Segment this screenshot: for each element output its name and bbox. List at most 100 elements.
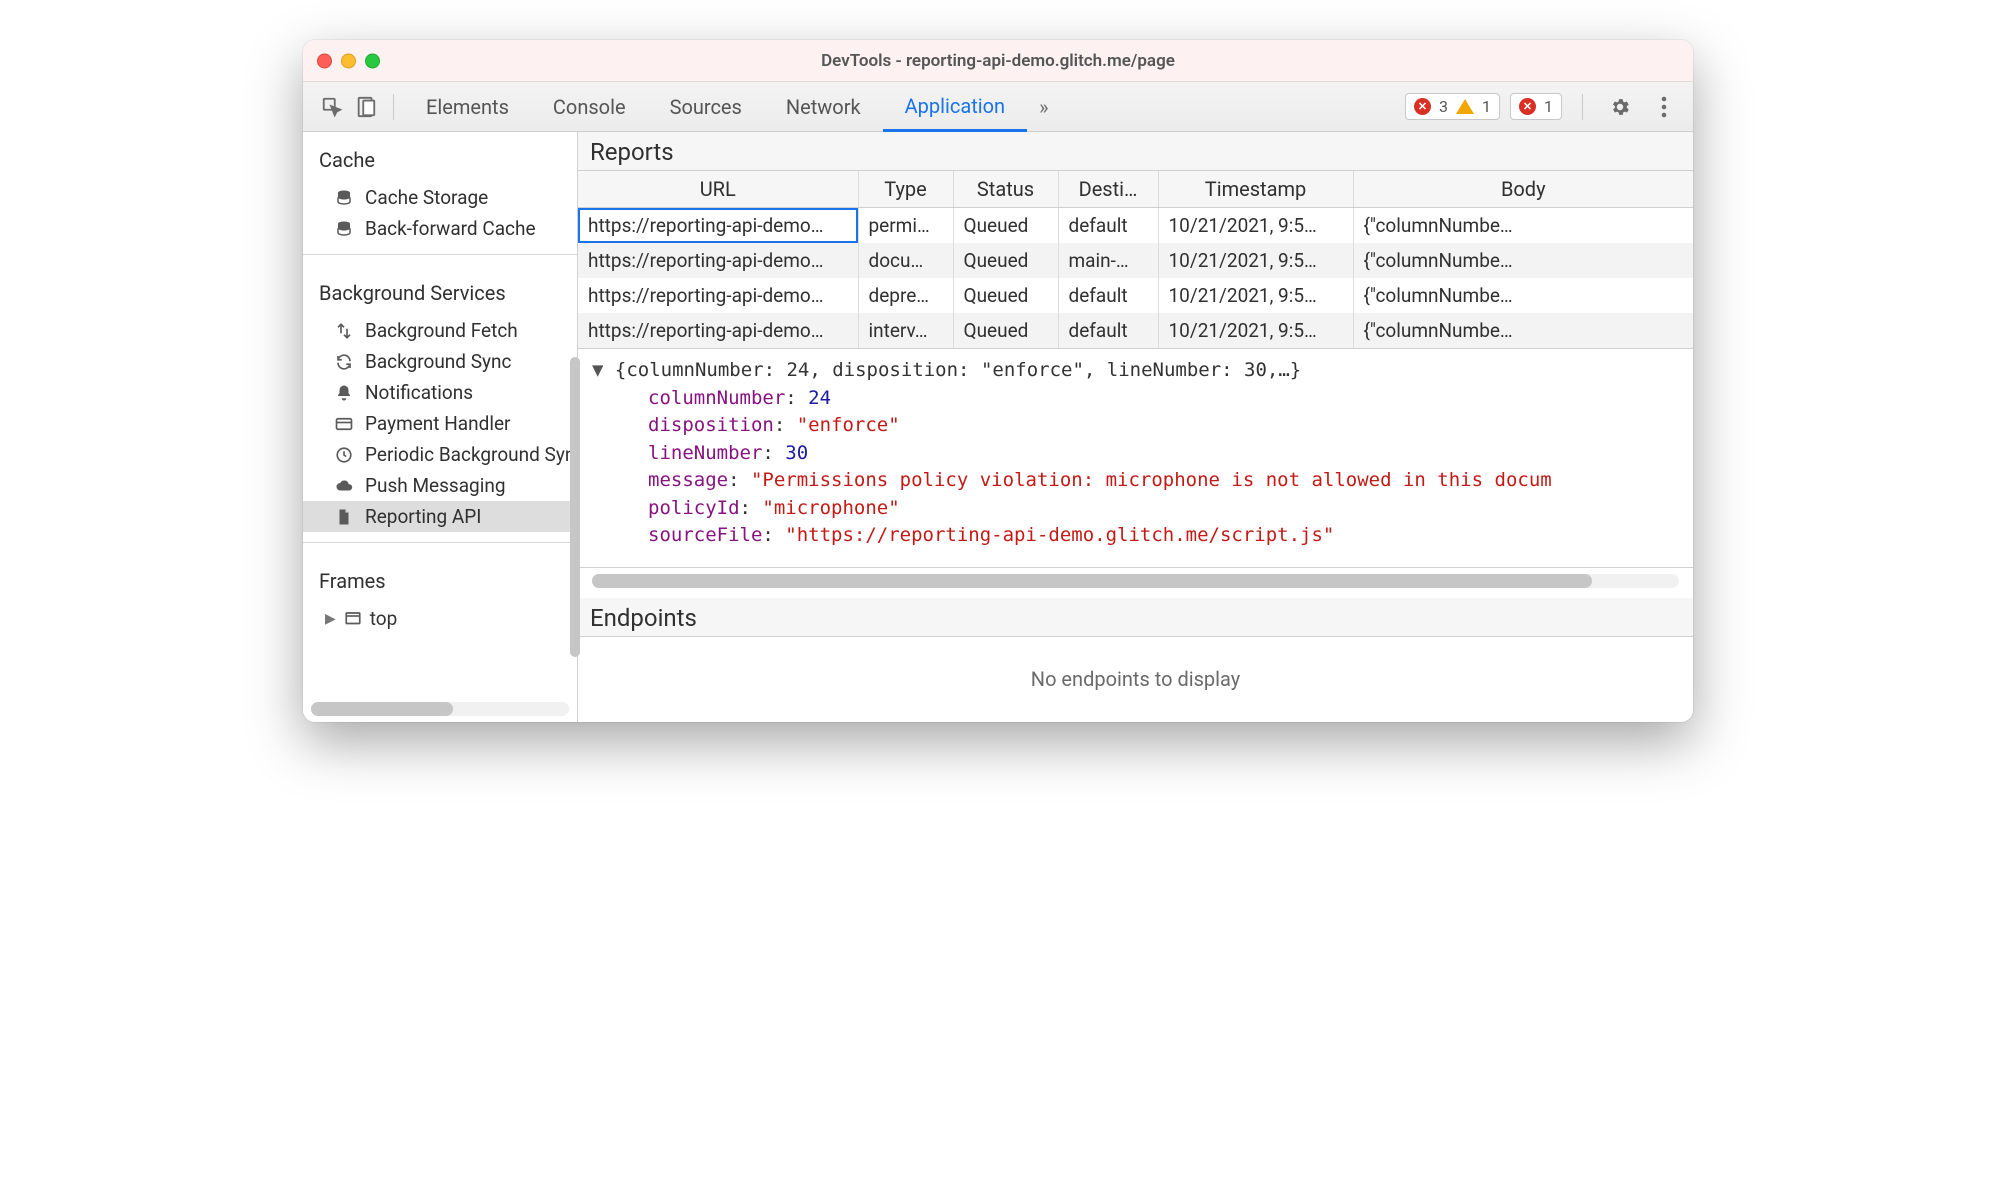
cell-destination[interactable]: default xyxy=(1058,313,1158,348)
sidebar-divider xyxy=(303,254,577,255)
sidebar-item-background-sync[interactable]: Background Sync xyxy=(303,346,577,377)
minimize-window-button[interactable] xyxy=(341,53,356,68)
sidebar-item-periodic-sync[interactable]: Periodic Background Sync xyxy=(303,439,577,470)
sidebar-item-bfcache[interactable]: Back-forward Cache xyxy=(303,213,577,244)
close-window-button[interactable] xyxy=(317,53,332,68)
cell-type[interactable]: interv… xyxy=(858,313,953,348)
inspect-element-icon[interactable] xyxy=(315,90,349,124)
sidebar-item-label: Reporting API xyxy=(365,505,481,528)
cell-type[interactable]: permi… xyxy=(858,208,953,244)
cell-timestamp[interactable]: 10/21/2021, 9:5… xyxy=(1158,313,1353,348)
console-issues-badge[interactable]: ✕ 3 1 xyxy=(1405,93,1500,120)
json-property-line[interactable]: sourceFile: "https://reporting-api-demo.… xyxy=(592,522,1679,550)
sidebar-section-title: Frames xyxy=(303,553,577,603)
scrollbar-thumb[interactable] xyxy=(592,574,1592,588)
endpoints-empty-message: No endpoints to display xyxy=(578,637,1693,722)
table-row[interactable]: https://reporting-api-demo…interv…Queued… xyxy=(578,313,1693,348)
cell-timestamp[interactable]: 10/21/2021, 9:5… xyxy=(1158,278,1353,313)
cell-body[interactable]: {"columnNumbe… xyxy=(1353,313,1693,348)
json-key: message xyxy=(648,469,728,491)
report-body-json-viewer[interactable]: ▼ {columnNumber: 24, disposition: "enfor… xyxy=(578,348,1693,568)
sidebar-item-label: Notifications xyxy=(365,381,473,404)
tab-elements[interactable]: Elements xyxy=(404,82,531,131)
sidebar-item-label: Push Messaging xyxy=(365,474,506,497)
json-key: disposition xyxy=(648,414,774,436)
cell-url[interactable]: https://reporting-api-demo… xyxy=(578,278,858,313)
column-header-timestamp[interactable]: Timestamp xyxy=(1158,171,1353,208)
cell-body[interactable]: {"columnNumbe… xyxy=(1353,208,1693,244)
collapse-triangle-icon[interactable]: ▼ xyxy=(592,359,615,381)
device-toolbar-icon[interactable] xyxy=(349,90,383,124)
cell-status[interactable]: Queued xyxy=(953,278,1058,313)
sidebar-item-frame-top[interactable]: ▶ top xyxy=(303,603,577,634)
zoom-window-button[interactable] xyxy=(365,53,380,68)
tab-label: Sources xyxy=(670,95,742,119)
error-icon: ✕ xyxy=(1414,98,1431,115)
more-tabs-button[interactable]: » xyxy=(1027,95,1060,119)
table-row[interactable]: https://reporting-api-demo…depre…Queuedd… xyxy=(578,278,1693,313)
sidebar-item-push-messaging[interactable]: Push Messaging xyxy=(303,470,577,501)
sidebar-item-background-fetch[interactable]: Background Fetch xyxy=(303,315,577,346)
sidebar-item-payment-handler[interactable]: Payment Handler xyxy=(303,408,577,439)
panel-body: Cache Cache Storage Back-forward Cache B… xyxy=(303,132,1693,722)
json-key: lineNumber xyxy=(648,442,762,464)
hidden-issues-badge[interactable]: ✕ 1 xyxy=(1510,93,1562,120)
tab-sources[interactable]: Sources xyxy=(648,82,764,131)
cell-url[interactable]: https://reporting-api-demo… xyxy=(578,243,858,278)
scrollbar-thumb[interactable] xyxy=(311,702,453,716)
cell-status[interactable]: Queued xyxy=(953,243,1058,278)
cell-timestamp[interactable]: 10/21/2021, 9:5… xyxy=(1158,243,1353,278)
json-key: columnNumber xyxy=(648,387,785,409)
column-header-url[interactable]: URL xyxy=(578,171,858,208)
sidebar-item-label: Payment Handler xyxy=(365,412,510,435)
cell-body[interactable]: {"columnNumbe… xyxy=(1353,278,1693,313)
column-header-status[interactable]: Status xyxy=(953,171,1058,208)
cloud-icon xyxy=(333,475,355,497)
sidebar-item-notifications[interactable]: Notifications xyxy=(303,377,577,408)
json-horizontal-scrollbar[interactable] xyxy=(592,574,1679,588)
json-value: 30 xyxy=(785,442,808,464)
json-value: "enforce" xyxy=(797,414,900,436)
json-property-line[interactable]: disposition: "enforce" xyxy=(592,412,1679,440)
clock-icon xyxy=(333,444,355,466)
cell-destination[interactable]: main-… xyxy=(1058,243,1158,278)
expand-triangle-icon[interactable]: ▶ xyxy=(325,611,336,627)
json-property-line[interactable]: columnNumber: 24 xyxy=(592,385,1679,413)
cell-type[interactable]: docu… xyxy=(858,243,953,278)
tab-console[interactable]: Console xyxy=(531,82,648,131)
sidebar-item-cache-storage[interactable]: Cache Storage xyxy=(303,182,577,213)
json-property-line[interactable]: lineNumber: 30 xyxy=(592,440,1679,468)
cell-type[interactable]: depre… xyxy=(858,278,953,313)
column-header-body[interactable]: Body xyxy=(1353,171,1693,208)
kebab-menu-icon[interactable] xyxy=(1647,90,1681,124)
cell-timestamp[interactable]: 10/21/2021, 9:5… xyxy=(1158,208,1353,244)
column-header-destination[interactable]: Desti… xyxy=(1058,171,1158,208)
cell-status[interactable]: Queued xyxy=(953,208,1058,244)
sidebar-section-title: Cache xyxy=(303,132,577,182)
json-property-line[interactable]: message: "Permissions policy violation: … xyxy=(592,467,1679,495)
json-summary-line[interactable]: ▼ {columnNumber: 24, disposition: "enfor… xyxy=(592,357,1679,385)
sidebar-item-reporting-api[interactable]: Reporting API xyxy=(303,501,577,532)
sidebar-horizontal-scrollbar[interactable] xyxy=(311,702,569,716)
sidebar-section-title: Background Services xyxy=(303,265,577,315)
settings-gear-icon[interactable] xyxy=(1603,90,1637,124)
cell-body[interactable]: {"columnNumbe… xyxy=(1353,243,1693,278)
devtools-window: DevTools - reporting-api-demo.glitch.me/… xyxy=(303,40,1693,722)
cell-url[interactable]: https://reporting-api-demo… xyxy=(578,208,858,244)
cell-destination[interactable]: default xyxy=(1058,208,1158,244)
table-row[interactable]: https://reporting-api-demo…permi…Queuedd… xyxy=(578,208,1693,244)
cell-url[interactable]: https://reporting-api-demo… xyxy=(578,313,858,348)
titlebar: DevTools - reporting-api-demo.glitch.me/… xyxy=(303,40,1693,82)
json-property-line[interactable]: policyId: "microphone" xyxy=(592,495,1679,523)
table-row[interactable]: https://reporting-api-demo…docu…Queuedma… xyxy=(578,243,1693,278)
file-icon xyxy=(333,506,355,528)
sidebar-vertical-scrollbar[interactable] xyxy=(570,357,580,657)
column-header-type[interactable]: Type xyxy=(858,171,953,208)
tab-application[interactable]: Application xyxy=(883,83,1027,132)
tab-network[interactable]: Network xyxy=(764,82,883,131)
cell-status[interactable]: Queued xyxy=(953,313,1058,348)
card-icon xyxy=(333,413,355,435)
sync-icon xyxy=(333,351,355,373)
toolbar-divider xyxy=(1582,94,1583,120)
cell-destination[interactable]: default xyxy=(1058,278,1158,313)
